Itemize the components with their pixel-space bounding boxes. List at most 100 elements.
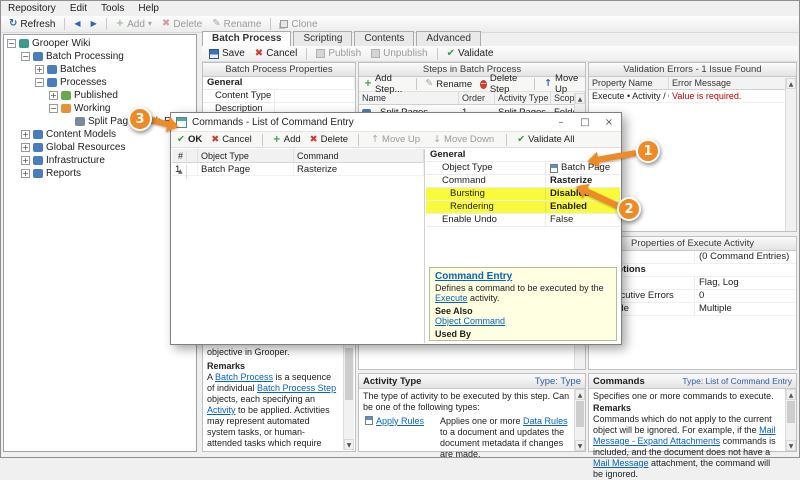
tree-item-batch-processing[interactable]: − Batch Processing xyxy=(4,50,196,63)
tab-scripting[interactable]: Scripting xyxy=(293,31,352,46)
column-object-type[interactable]: Object Type xyxy=(198,149,294,163)
dialog-move-down-button[interactable]: ↓ Move Down xyxy=(429,133,498,146)
maximize-button[interactable]: □ xyxy=(573,113,597,131)
close-button[interactable]: × xyxy=(597,113,621,131)
column-order[interactable]: Order xyxy=(459,92,495,104)
propgrid-row-command[interactable]: Command Rasterize xyxy=(426,175,620,188)
tree-item-working[interactable]: − Working xyxy=(4,102,196,115)
inline-link[interactable]: Batch Process xyxy=(215,372,273,382)
dialog-cancel-button[interactable]: ✖ Cancel xyxy=(209,134,254,145)
back-button[interactable]: ◀ xyxy=(70,19,84,29)
column-name[interactable]: Name xyxy=(359,92,459,104)
expand-icon[interactable]: + xyxy=(49,91,58,100)
toolbar-separator xyxy=(262,134,263,146)
scroll-thumb[interactable] xyxy=(345,348,353,400)
menu-repository[interactable]: Repository xyxy=(1,1,63,16)
execute-link[interactable]: Execute xyxy=(435,339,468,341)
expand-icon[interactable]: + xyxy=(21,156,30,165)
scroll-up-icon[interactable]: ▲ xyxy=(575,93,585,104)
publish-button[interactable]: Publish xyxy=(312,47,365,60)
scroll-down-icon[interactable]: ▼ xyxy=(575,440,585,451)
refresh-button[interactable]: ↻ Refresh xyxy=(5,18,59,31)
tab-advanced[interactable]: Advanced xyxy=(416,31,480,46)
menu-edit[interactable]: Edit xyxy=(63,1,94,16)
collapse-icon[interactable]: − xyxy=(7,39,16,48)
validate-all-button[interactable]: ✔ Validate All xyxy=(515,134,576,145)
inline-link[interactable]: Batch Process Step xyxy=(257,383,336,393)
repository-tree: − Grooper Wiki − Batch Processing + Batc… xyxy=(3,34,197,452)
dialog-add-button[interactable]: + Add xyxy=(271,134,303,145)
column-command[interactable]: Command xyxy=(294,149,424,163)
validation-row[interactable]: Execute • Activity / Co... Value is requ… xyxy=(589,90,796,103)
save-button[interactable]: Save xyxy=(205,47,249,60)
expand-icon[interactable]: + xyxy=(35,65,44,74)
scroll-down-icon[interactable]: ▼ xyxy=(786,440,796,451)
dialog-move-up-button[interactable]: ↑ Move Up xyxy=(367,133,424,146)
scroll-down-icon[interactable]: ▼ xyxy=(344,439,354,450)
inline-link[interactable]: Execute xyxy=(435,293,468,303)
delete-button[interactable]: ✖ Delete xyxy=(158,18,206,31)
rename-button[interactable]: ✎ Rename xyxy=(208,18,265,31)
panel-header: Activity Type Type: Type xyxy=(359,374,585,389)
ok-button[interactable]: ✔ OK xyxy=(175,134,204,145)
tree-item-batches[interactable]: + Batches xyxy=(4,63,196,76)
validate-button[interactable]: ✔ Validate xyxy=(443,47,498,60)
tree-item-global-resources[interactable]: + Global Resources xyxy=(4,141,196,154)
expand-icon[interactable]: + xyxy=(21,143,30,152)
tree-item-published[interactable]: + Published xyxy=(4,89,196,102)
minimize-button[interactable]: – xyxy=(549,113,573,131)
column-number[interactable]: # ▲ xyxy=(172,149,198,163)
column-error-message[interactable]: Error Message xyxy=(669,77,796,89)
inline-link[interactable]: Data Rules xyxy=(523,416,568,426)
collapse-icon[interactable]: − xyxy=(35,78,44,87)
tab-batch-process[interactable]: Batch Process xyxy=(202,31,291,46)
cancel-button[interactable]: ✖ Cancel xyxy=(251,47,302,60)
prop-value[interactable] xyxy=(275,90,355,102)
rename-step-button[interactable]: ✎ Rename xyxy=(423,79,474,90)
inline-link[interactable]: Activity xyxy=(207,405,236,415)
propgrid-row-content-type[interactable]: Content Type xyxy=(203,90,355,103)
tree-item-infrastructure[interactable]: + Infrastructure xyxy=(4,154,196,167)
tree-item-reports[interactable]: + Reports xyxy=(4,167,196,180)
propgrid-row-enable-undo[interactable]: Enable Undo False xyxy=(426,214,620,227)
prop-value[interactable]: False xyxy=(546,214,620,226)
dialog-title-bar[interactable]: Commands - List of Command Entry – □ × xyxy=(171,113,621,132)
error-message: Value is required. xyxy=(669,90,796,102)
tree-item-grooper-wiki[interactable]: − Grooper Wiki xyxy=(4,37,196,50)
tab-contents[interactable]: Contents xyxy=(354,31,414,46)
menu-help[interactable]: Help xyxy=(131,1,166,16)
add-button[interactable]: + Add ▾ xyxy=(112,18,156,31)
scroll-thumb[interactable] xyxy=(787,401,795,423)
unpublish-button[interactable]: Unpublish xyxy=(367,47,431,60)
menu-tools[interactable]: Tools xyxy=(94,1,131,16)
dialog-delete-button[interactable]: ✖ Delete xyxy=(308,134,350,145)
clone-button[interactable]: Clone xyxy=(276,18,321,31)
propgrid-section-general[interactable]: General xyxy=(203,77,355,90)
forward-button[interactable]: ▶ xyxy=(87,19,101,29)
scroll-thumb[interactable] xyxy=(576,401,584,427)
scrollbar-vertical[interactable]: ▲ ▼ xyxy=(785,389,796,451)
scroll-up-icon[interactable]: ▲ xyxy=(786,78,796,89)
command-entry-link[interactable]: Command Entry xyxy=(435,271,512,282)
tree-node-icon xyxy=(33,143,43,152)
tree-item-processes[interactable]: − Processes xyxy=(4,76,196,89)
type-label[interactable]: Type: List of Command Entry xyxy=(682,376,792,386)
apply-rules-link[interactable]: Apply Rules xyxy=(376,416,424,426)
batch-page-icon xyxy=(550,164,558,173)
expand-icon[interactable]: + xyxy=(21,130,30,139)
scroll-up-icon[interactable]: ▲ xyxy=(575,389,585,400)
scroll-up-icon[interactable]: ▲ xyxy=(786,389,796,400)
column-activity-type[interactable]: Activity Type xyxy=(495,92,551,104)
column-property-name[interactable]: Property Name xyxy=(589,77,669,89)
object-command-link[interactable]: Object Command xyxy=(435,316,505,326)
collapse-icon[interactable]: − xyxy=(49,104,58,113)
collapse-icon[interactable]: − xyxy=(21,52,30,61)
type-label[interactable]: Type: Type xyxy=(535,376,581,387)
expand-icon[interactable]: + xyxy=(21,169,30,178)
inline-link[interactable]: Mail Message xyxy=(593,458,649,468)
scrollbar-vertical[interactable]: ▲ xyxy=(785,78,796,231)
propgrid-row-rendering[interactable]: Rendering Enabled xyxy=(426,201,620,214)
refresh-icon: ↻ xyxy=(9,19,17,29)
command-entry-row[interactable]: 1 Batch Page Rasterize xyxy=(172,163,424,176)
scrollbar-vertical[interactable]: ▲ ▼ xyxy=(574,389,585,451)
